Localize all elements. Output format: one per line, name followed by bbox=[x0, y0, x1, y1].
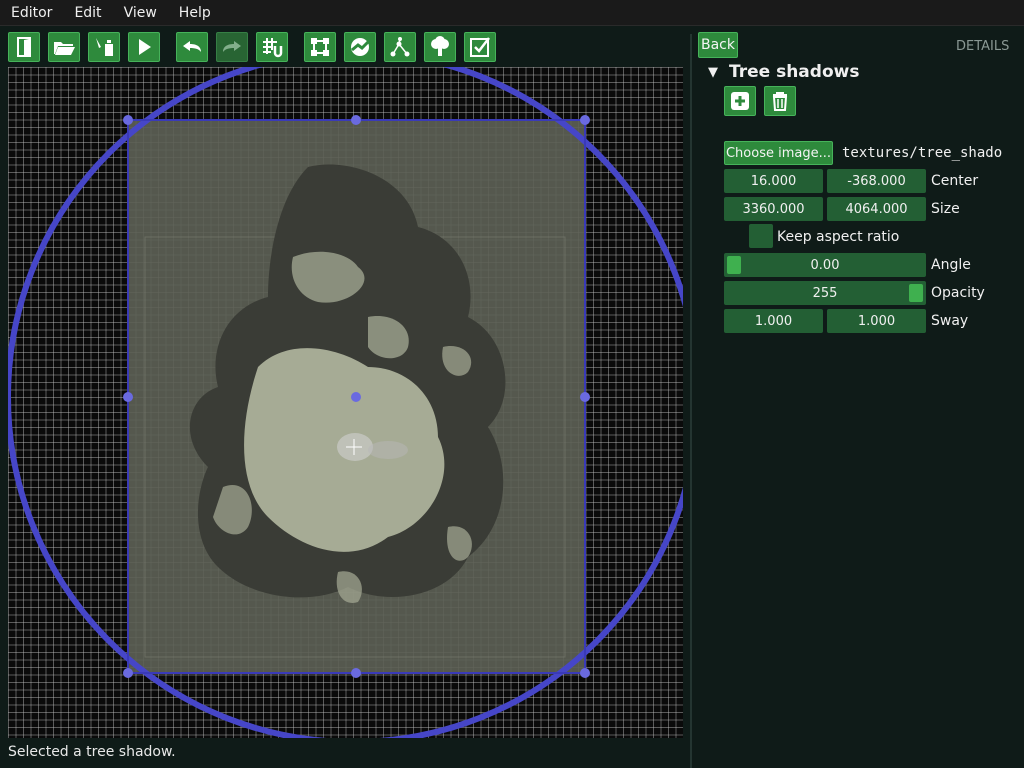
center-y-field[interactable]: -368.000 bbox=[827, 169, 926, 193]
plus-icon bbox=[731, 92, 749, 110]
path-nodes-icon bbox=[390, 37, 410, 57]
angle-slider-knob[interactable] bbox=[727, 256, 741, 274]
details-panel: Back DETAILS ▼ Tree shadows Choose image… bbox=[694, 28, 1024, 768]
terrain-button[interactable] bbox=[344, 32, 376, 62]
tree-icon bbox=[431, 36, 449, 56]
map-canvas[interactable] bbox=[8, 67, 683, 738]
opacity-label: Opacity bbox=[931, 285, 985, 301]
size-h-field[interactable]: 4064.000 bbox=[827, 197, 926, 221]
opacity-slider[interactable]: 255 bbox=[724, 281, 926, 305]
checklist-icon bbox=[470, 37, 490, 57]
play-button[interactable] bbox=[128, 32, 160, 62]
trash-icon bbox=[772, 92, 788, 111]
angle-value: 0.00 bbox=[810, 257, 840, 273]
path-nodes-button[interactable] bbox=[384, 32, 416, 62]
collapse-triangle-icon[interactable]: ▼ bbox=[708, 65, 718, 81]
undo-button[interactable] bbox=[176, 32, 208, 62]
open-button[interactable] bbox=[48, 32, 80, 62]
menu-view[interactable]: View bbox=[113, 0, 168, 26]
center-x-field[interactable]: 16.000 bbox=[724, 169, 823, 193]
handle-top-right[interactable] bbox=[580, 115, 590, 125]
menu-editor[interactable]: Editor bbox=[0, 0, 63, 26]
handle-top-left[interactable] bbox=[123, 115, 133, 125]
handle-center[interactable] bbox=[351, 392, 361, 402]
section-title: Tree shadows bbox=[729, 62, 860, 82]
menu-bar: Editor Edit View Help bbox=[0, 0, 1024, 26]
handle-bottom[interactable] bbox=[351, 668, 361, 678]
opacity-value: 255 bbox=[812, 285, 838, 301]
keep-aspect-label: Keep aspect ratio bbox=[777, 229, 900, 245]
tree-button[interactable] bbox=[424, 32, 456, 62]
opacity-slider-knob[interactable] bbox=[909, 284, 923, 302]
handle-top[interactable] bbox=[351, 115, 361, 125]
size-label: Size bbox=[931, 201, 960, 217]
add-shadow-button[interactable] bbox=[724, 86, 756, 116]
save-icon bbox=[96, 38, 113, 56]
select-area-button[interactable] bbox=[304, 32, 336, 62]
angle-slider[interactable]: 0.00 bbox=[724, 253, 926, 277]
exit-button[interactable] bbox=[8, 32, 40, 62]
choose-image-button[interactable]: Choose image... bbox=[724, 141, 833, 165]
sway-x-field[interactable]: 1.000 bbox=[724, 309, 823, 333]
map-viewport[interactable] bbox=[8, 67, 683, 738]
handle-bottom-right[interactable] bbox=[580, 668, 590, 678]
redo-icon bbox=[223, 41, 241, 52]
details-label: DETAILS bbox=[956, 39, 1010, 54]
keep-aspect-checkbox[interactable] bbox=[749, 224, 773, 248]
sway-label: Sway bbox=[931, 313, 969, 329]
grid-snap-icon bbox=[263, 38, 283, 58]
menu-edit[interactable]: Edit bbox=[63, 0, 112, 26]
panel-divider[interactable] bbox=[690, 34, 692, 768]
select-area-icon bbox=[311, 38, 329, 56]
size-w-field[interactable]: 3360.000 bbox=[724, 197, 823, 221]
delete-shadow-button[interactable] bbox=[764, 86, 796, 116]
status-bar: Selected a tree shadow. bbox=[8, 744, 176, 760]
checklist-button[interactable] bbox=[464, 32, 496, 62]
handle-left[interactable] bbox=[123, 392, 133, 402]
play-icon bbox=[139, 39, 151, 55]
image-path: textures/tree_shado bbox=[842, 145, 1003, 161]
terrain-icon bbox=[351, 38, 370, 56]
redo-button[interactable] bbox=[216, 32, 248, 62]
undo-icon bbox=[183, 41, 201, 52]
sway-y-field[interactable]: 1.000 bbox=[827, 309, 926, 333]
angle-label: Angle bbox=[931, 257, 971, 273]
open-folder-icon bbox=[54, 42, 75, 55]
save-button[interactable] bbox=[88, 32, 120, 62]
back-button[interactable]: Back bbox=[698, 32, 738, 58]
center-label: Center bbox=[931, 173, 979, 189]
handle-bottom-left[interactable] bbox=[123, 668, 133, 678]
exit-door-icon bbox=[17, 37, 31, 57]
handle-right[interactable] bbox=[580, 392, 590, 402]
grid-snap-button[interactable] bbox=[256, 32, 288, 62]
menu-help[interactable]: Help bbox=[168, 0, 222, 26]
